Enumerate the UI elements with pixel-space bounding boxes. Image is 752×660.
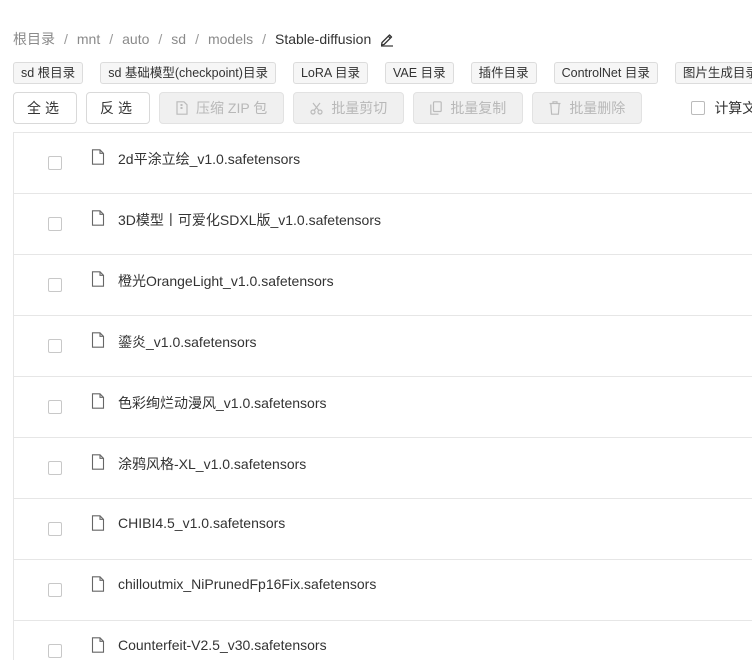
zip-button-label: 压缩 ZIP 包: [196, 100, 268, 116]
breadcrumb-separator: /: [195, 31, 199, 47]
file-row[interactable]: 2d平涂立绘_v1.0.safetensors: [14, 133, 752, 194]
copy-button-label: 批量复制: [450, 100, 507, 116]
file-row[interactable]: chilloutmix_NiPrunedFp16Fix.safetensors: [14, 560, 752, 621]
shortcut-sd-root[interactable]: sd 根目录: [13, 62, 84, 84]
file-icon: [91, 210, 105, 226]
file-row[interactable]: 涂鸦风格-XL_v1.0.safetensors: [14, 438, 752, 499]
breadcrumb-auto[interactable]: auto: [122, 31, 149, 47]
file-icon: [91, 149, 105, 165]
file-name[interactable]: 涂鸦风格-XL_v1.0.safetensors: [118, 454, 306, 474]
row-checkbox[interactable]: [48, 217, 62, 231]
file-row[interactable]: 色彩绚烂动漫风_v1.0.safetensors: [14, 377, 752, 438]
shortcut-vae[interactable]: VAE 目录: [385, 62, 454, 84]
row-checkbox[interactable]: [48, 461, 62, 475]
breadcrumb-separator: /: [158, 31, 163, 47]
invert-selection-button[interactable]: 反选: [86, 92, 150, 124]
zip-button[interactable]: 压缩 ZIP 包: [159, 92, 285, 124]
file-name[interactable]: Counterfeit-V2.5_v30.safetensors: [118, 637, 327, 653]
breadcrumb-models[interactable]: models: [208, 31, 253, 47]
archive-icon: [176, 101, 188, 115]
breadcrumb-separator: /: [262, 31, 266, 47]
row-checkbox[interactable]: [48, 583, 62, 597]
breadcrumb-sd[interactable]: sd: [171, 31, 186, 47]
file-row[interactable]: 橙光OrangeLight_v1.0.safetensors: [14, 255, 752, 316]
file-row[interactable]: CHIBI4.5_v1.0.safetensors: [14, 499, 752, 560]
row-checkbox[interactable]: [48, 400, 62, 414]
toolbar: 全选 反选 压缩 ZIP 包 批量剪切 批量复制 批量删除 计算文件: [13, 92, 752, 124]
file-icon: [91, 393, 105, 409]
file-name[interactable]: 色彩绚烂动漫风_v1.0.safetensors: [118, 393, 327, 413]
shortcut-sd-checkpoint[interactable]: sd 基础模型(checkpoint)目录: [100, 62, 276, 84]
cut-button[interactable]: 批量剪切: [293, 92, 405, 124]
row-checkbox[interactable]: [48, 278, 62, 292]
calc-label: 计算文件: [714, 100, 752, 116]
file-list: 2d平涂立绘_v1.0.safetensors 3D模型丨可爱化SDXL版_v1…: [13, 132, 752, 660]
file-row[interactable]: Counterfeit-V2.5_v30.safetensors: [14, 621, 752, 660]
file-icon: [91, 454, 105, 470]
file-icon: [91, 515, 105, 531]
trash-icon: [549, 101, 561, 115]
calc-checkbox[interactable]: [691, 101, 706, 115]
calc-file-size-toggle[interactable]: 计算文件: [691, 98, 752, 118]
shortcut-outputs[interactable]: 图片生成目录: [674, 62, 752, 84]
file-icon: [91, 271, 105, 287]
pencil-icon[interactable]: [379, 31, 395, 47]
shortcut-lora[interactable]: LoRA 目录: [292, 62, 369, 84]
file-name[interactable]: 3D模型丨可爱化SDXL版_v1.0.safetensors: [118, 210, 381, 230]
copy-button[interactable]: 批量复制: [413, 92, 524, 124]
breadcrumb-separator: /: [109, 31, 114, 47]
file-icon: [91, 576, 105, 592]
file-name[interactable]: 2d平涂立绘_v1.0.safetensors: [118, 149, 300, 169]
file-row[interactable]: 鎏炎_v1.0.safetensors: [14, 316, 752, 377]
breadcrumb-root[interactable]: 根目录: [13, 29, 55, 49]
file-icon: [91, 332, 105, 348]
file-name[interactable]: CHIBI4.5_v1.0.safetensors: [118, 515, 285, 531]
row-checkbox[interactable]: [48, 156, 62, 170]
cut-button-label: 批量剪切: [331, 100, 388, 116]
file-icon: [91, 637, 105, 653]
delete-button-label: 批量删除: [569, 100, 626, 116]
file-name[interactable]: 橙光OrangeLight_v1.0.safetensors: [118, 271, 334, 291]
delete-button[interactable]: 批量删除: [532, 92, 643, 124]
directory-shortcuts: sd 根目录 sd 基础模型(checkpoint)目录 LoRA 目录 VAE…: [13, 62, 752, 84]
copy-icon: [430, 101, 443, 115]
file-name[interactable]: chilloutmix_NiPrunedFp16Fix.safetensors: [118, 576, 376, 592]
file-row[interactable]: 3D模型丨可爱化SDXL版_v1.0.safetensors: [14, 194, 752, 255]
breadcrumb-separator: /: [64, 31, 68, 47]
shortcut-extensions[interactable]: 插件目录: [470, 62, 537, 84]
breadcrumb-mnt[interactable]: mnt: [77, 31, 100, 47]
row-checkbox[interactable]: [48, 339, 62, 353]
scissors-icon: [310, 102, 323, 115]
breadcrumb-current: Stable-diffusion: [274, 31, 372, 47]
row-checkbox[interactable]: [48, 522, 62, 536]
file-name[interactable]: 鎏炎_v1.0.safetensors: [118, 332, 257, 352]
breadcrumb: 根目录 / mnt / auto / sd / models / Stable-…: [13, 29, 395, 49]
shortcut-controlnet[interactable]: ControlNet 目录: [553, 62, 658, 84]
row-checkbox[interactable]: [48, 644, 62, 658]
select-all-button[interactable]: 全选: [13, 92, 77, 124]
